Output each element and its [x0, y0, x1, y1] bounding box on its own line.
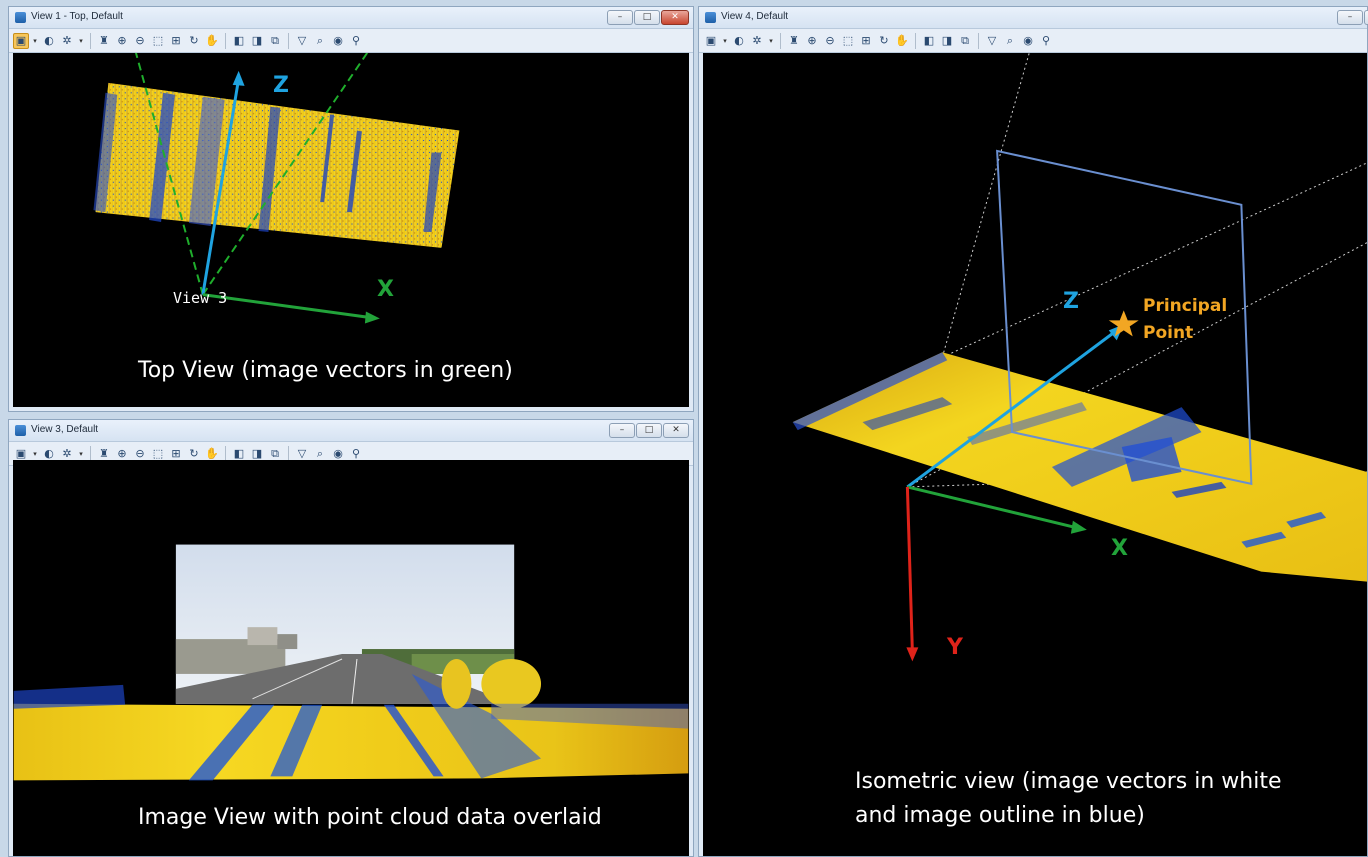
fit-view-icon[interactable]: ⊞	[168, 33, 184, 49]
dropdown-icon[interactable]: ▾	[767, 33, 775, 49]
rotate-view-icon[interactable]: ↻	[186, 33, 202, 49]
iso-x-label: X	[1111, 536, 1128, 561]
iso-z-label: Z	[1063, 289, 1079, 314]
zoom-in-icon[interactable]: ⊕	[114, 33, 130, 49]
zoom-out-icon[interactable]: ⊖	[132, 33, 148, 49]
pan-view-icon[interactable]: ✋	[894, 33, 910, 49]
toolbar-separator	[90, 32, 91, 49]
maximize-button[interactable]: □	[634, 10, 660, 25]
walk-icon[interactable]: ⚲	[348, 33, 364, 49]
view1-titlebar[interactable]: View 1 - Top, Default – □ ✕	[9, 7, 693, 29]
view-groups-icon[interactable]: ▣	[13, 32, 29, 49]
top-view-marker-label: View 3	[173, 289, 228, 307]
dropdown-icon[interactable]: ▾	[31, 33, 39, 49]
iso-y-axis	[905, 486, 914, 652]
top-x-label: X	[377, 277, 394, 302]
zoom-in-icon[interactable]: ⊕	[804, 33, 820, 49]
view-next-icon[interactable]: ◨	[249, 33, 265, 49]
view4-toolbar: ▣ ▾ ◐ ✲ ▾ ♜ ⊕ ⊖ ⬚ ⊞ ↻ ✋ ◧ ◨ ⧉ ▽ ⌕ ◉ ⚲	[699, 29, 1367, 53]
fit-view-icon[interactable]: ⊞	[858, 33, 874, 49]
camera-icon[interactable]: ◉	[1020, 33, 1036, 49]
view-previous-icon[interactable]: ◧	[921, 33, 937, 49]
close-button[interactable]: ✕	[661, 10, 689, 25]
camera-icon[interactable]: ◉	[330, 33, 346, 49]
iso-view-caption: Isometric view (image vectors in white a…	[855, 765, 1282, 833]
view-groups-icon[interactable]: ▣	[703, 33, 719, 49]
minimize-button[interactable]: –	[1337, 10, 1363, 25]
isometric-view-canvas	[792, 53, 1367, 662]
toolbar-separator	[288, 32, 289, 49]
view3-titlebar[interactable]: View 3, Default – □ ✕	[9, 420, 693, 442]
view4-viewport[interactable]: Z X Y Principal Point Isometric view (im…	[703, 53, 1367, 856]
window-area-icon[interactable]: ⬚	[150, 33, 166, 49]
dropdown-icon[interactable]: ▾	[77, 33, 85, 49]
rotate-view-icon[interactable]: ↻	[876, 33, 892, 49]
minimize-button[interactable]: –	[607, 10, 633, 25]
toolbar-separator	[225, 32, 226, 49]
iso-point-cloud	[792, 352, 1367, 582]
view4-window[interactable]: View 4, Default – □ ✕ ▣▾◐✲▾♜⊕⊖⬚⊞↻✋◧◨⧉▽⌕◉…	[698, 6, 1368, 857]
image-view-caption: Image View with point cloud data overlai…	[138, 805, 602, 830]
clip-mask-icon[interactable]: ⌕	[312, 33, 328, 49]
maximize-button[interactable]: □	[1364, 10, 1368, 25]
view-window-icon	[15, 425, 26, 436]
lighting-icon[interactable]: ✲	[59, 33, 75, 49]
view-previous-icon[interactable]: ◧	[231, 33, 247, 49]
principal-point-label-line1: Principal	[1143, 296, 1228, 316]
clip-volume-icon[interactable]: ▽	[294, 33, 310, 49]
lighting-icon[interactable]: ✲	[749, 33, 765, 49]
copy-view-icon[interactable]: ⧉	[957, 33, 973, 49]
principal-point-label-line2: Point	[1143, 323, 1194, 343]
toolbar-separator	[915, 32, 916, 49]
view4-title: View 4, Default	[721, 11, 789, 22]
view3-title: View 3, Default	[31, 424, 99, 435]
view1-toolbar: ▣ ▾ ◐ ✲ ▾ ♜ ⊕ ⊖ ⬚ ⊞ ↻ ✋ ◧ ◨ ⧉ ▽ ⌕ ◉ ⚲	[9, 29, 693, 53]
view-window-icon	[705, 12, 716, 23]
view1-window[interactable]: View 1 - Top, Default – □ ✕ ▣ ▾ ◐ ✲ ▾ ♜ ⊕ ⊖ ⬚ ⊞ ↻ ✋…	[8, 6, 694, 412]
maximize-button[interactable]: □	[636, 423, 662, 438]
top-view-canvas	[93, 53, 460, 324]
view-next-icon[interactable]: ◨	[939, 33, 955, 49]
toolbar-separator	[978, 32, 979, 49]
view-window-icon	[15, 12, 26, 23]
window-area-icon[interactable]: ⬚	[840, 33, 856, 49]
close-button[interactable]: ✕	[663, 423, 689, 438]
top-point-cloud	[93, 82, 460, 248]
view4-titlebar[interactable]: View 4, Default – □ ✕	[699, 7, 1368, 29]
minimize-button[interactable]: –	[609, 423, 635, 438]
principal-point-label: Principal Point	[1143, 293, 1227, 347]
iso-caption-line1: Isometric view (image vectors in white	[855, 769, 1282, 794]
view-attributes-icon[interactable]: ♜	[96, 33, 112, 49]
display-style-icon[interactable]: ◐	[731, 33, 747, 49]
view1-viewport[interactable]: Z X View 3 Top View (image vectors in gr…	[13, 53, 689, 407]
clip-volume-icon[interactable]: ▽	[984, 33, 1000, 49]
view3-viewport[interactable]: Image View with point cloud data overlai…	[13, 460, 689, 856]
clip-mask-icon[interactable]: ⌕	[1002, 33, 1018, 49]
view1-title: View 1 - Top, Default	[31, 11, 123, 22]
dropdown-icon[interactable]: ▾	[721, 33, 729, 49]
top-x-axis	[202, 293, 371, 319]
view3-window[interactable]: View 3, Default – □ ✕ ▣ ▾ ◐ ✲ ▾ ♜ ⊕ ⊖ ⬚ ⊞ ↻ ✋ ◧ ◨ ⧉ ▽ ⌕ ◉…	[8, 419, 694, 857]
pan-view-icon[interactable]: ✋	[204, 33, 220, 49]
iso-caption-line2: and image outline in blue)	[855, 803, 1145, 828]
image-view-canvas	[13, 544, 689, 781]
copy-view-icon[interactable]: ⧉	[267, 33, 283, 49]
walk-icon[interactable]: ⚲	[1038, 33, 1054, 49]
toolbar-separator	[780, 32, 781, 49]
view-attributes-icon[interactable]: ♜	[786, 33, 802, 49]
zoom-out-icon[interactable]: ⊖	[822, 33, 838, 49]
top-view-caption: Top View (image vectors in green)	[138, 358, 513, 383]
display-style-icon[interactable]: ◐	[41, 33, 57, 49]
iso-y-label: Y	[947, 635, 963, 660]
top-z-label: Z	[273, 73, 289, 98]
